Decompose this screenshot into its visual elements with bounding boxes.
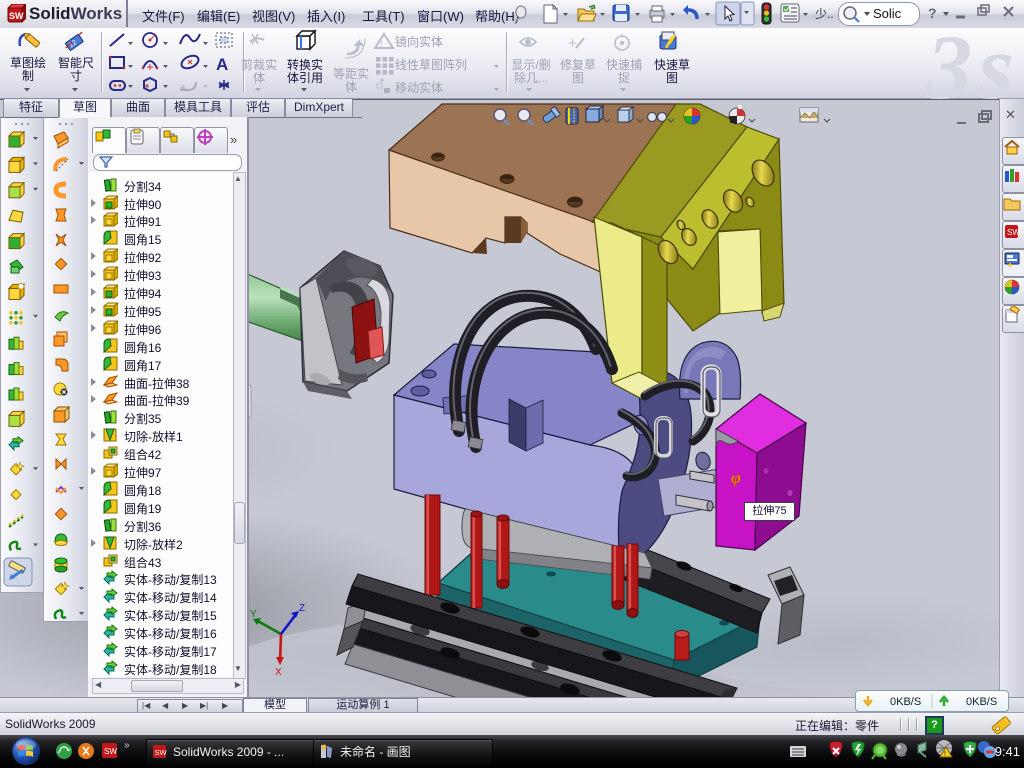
svg-text:0KB/S: 0KB/S <box>966 696 997 708</box>
svg-text:少..: 少.. <box>815 7 834 21</box>
svg-text:»: » <box>124 740 130 751</box>
svg-text:0KB/S: 0KB/S <box>890 696 921 708</box>
svg-text:Y: Y <box>250 609 257 620</box>
svg-text:A: A <box>216 55 228 74</box>
svg-text:Z: Z <box>299 603 305 614</box>
svg-text:!: ! <box>380 39 383 49</box>
svg-text:!: ! <box>944 751 946 758</box>
svg-text:SW: SW <box>1007 228 1020 237</box>
svg-text:SW: SW <box>104 747 117 756</box>
svg-text:+: + <box>568 35 577 52</box>
svg-text:X: X <box>275 667 282 678</box>
svg-text:φ: φ <box>731 468 741 487</box>
svg-text:SW: SW <box>155 748 168 757</box>
svg-text:SW: SW <box>9 11 24 21</box>
